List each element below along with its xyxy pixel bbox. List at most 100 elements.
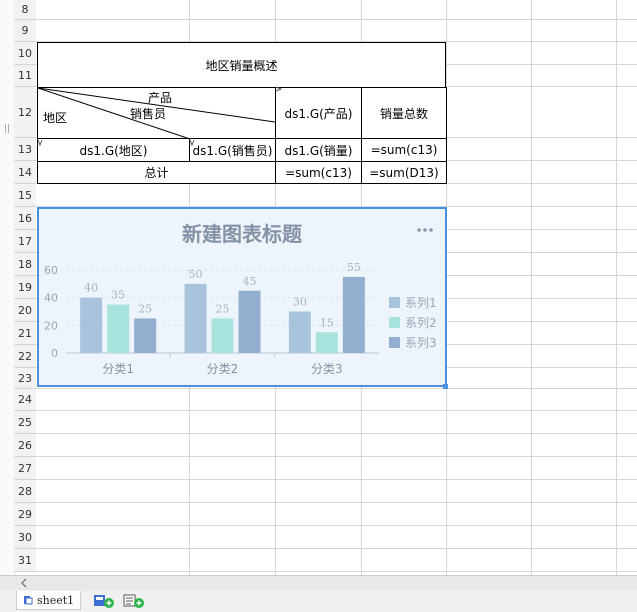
row-header[interactable]: 12 xyxy=(14,87,36,138)
total-label: 总计 xyxy=(144,166,169,180)
y-tick-label: 20 xyxy=(44,319,58,332)
header-product-cell[interactable]: ds1.G(产品) xyxy=(275,87,362,139)
data-label: 25 xyxy=(216,302,230,315)
row-header[interactable]: 18 xyxy=(14,253,36,276)
region-cell[interactable]: ds1.G(地区) xyxy=(37,138,190,162)
row-header[interactable]: 15 xyxy=(14,184,36,207)
grid-row-line xyxy=(36,410,637,411)
row-header[interactable]: 21 xyxy=(14,322,36,345)
grid-row-line xyxy=(36,502,637,503)
legend-label: 系列3 xyxy=(405,336,437,350)
left-gutter xyxy=(0,0,15,575)
expand-arrow-icon xyxy=(189,139,195,147)
grid-row-line xyxy=(36,525,637,526)
bar xyxy=(342,276,365,353)
row-header[interactable]: 25 xyxy=(14,411,36,434)
sum-c13-cell[interactable]: =sum(c13) xyxy=(361,138,447,162)
legend-swatch xyxy=(389,337,400,348)
row-header[interactable]: 13 xyxy=(14,138,36,161)
row-header[interactable]: 29 xyxy=(14,503,36,526)
expand-arrow-icon xyxy=(275,86,283,92)
x-tick-label: 分类1 xyxy=(102,362,134,376)
chart-bars: 40 35 25 50 25 45 30 15 55 xyxy=(80,261,365,353)
bar xyxy=(211,318,234,353)
sales-cell[interactable]: ds1.G(销量) xyxy=(275,138,362,162)
sheet-tab-label: sheet1 xyxy=(37,593,75,607)
sum-c13-value: =sum(c13) xyxy=(370,143,438,157)
resize-handle-bottom-right[interactable] xyxy=(443,384,448,389)
salesman-value: ds1.G(销售员) xyxy=(192,144,273,158)
bar xyxy=(107,304,130,353)
row-header[interactable]: 31 xyxy=(14,549,36,572)
row-header[interactable]: 17 xyxy=(14,230,36,253)
diag-region-label: 地区 xyxy=(43,111,68,125)
header-total-cell[interactable]: 销量总数 xyxy=(361,87,447,139)
legend-label: 系列1 xyxy=(405,296,437,310)
bar xyxy=(288,311,311,353)
data-label: 35 xyxy=(111,289,125,302)
total-sum-d-cell[interactable]: =sum(D13) xyxy=(361,161,447,184)
splitter-grip-icon[interactable]: || xyxy=(4,124,10,134)
diagonal-header-cell[interactable]: 产品 销售员 地区 xyxy=(37,87,276,140)
row-header[interactable]: 11 xyxy=(14,65,36,87)
data-label: 55 xyxy=(347,261,361,274)
data-label: 15 xyxy=(320,316,334,329)
grid-col-line xyxy=(531,0,532,575)
grid-row-line xyxy=(36,479,637,480)
salesman-cell[interactable]: ds1.G(销售员) xyxy=(189,138,276,162)
grid-row-line xyxy=(36,19,637,20)
row-header[interactable]: 26 xyxy=(14,434,36,457)
more-dots-icon[interactable] xyxy=(417,228,433,232)
row-header[interactable]: 10 xyxy=(14,42,36,65)
total-label-cell[interactable]: 总计 xyxy=(37,161,276,184)
row-header[interactable]: 8 xyxy=(14,0,36,20)
chart-container[interactable]: 新建图表标题 60 40 20 0 40 35 25 50 25 45 30 15 55 分类1 分类2… xyxy=(37,207,447,387)
bar xyxy=(134,318,157,353)
total-sum-c-cell[interactable]: =sum(c13) xyxy=(275,161,362,184)
grid-row-line xyxy=(36,548,637,549)
row-header[interactable]: 22 xyxy=(14,345,36,368)
bar-chart: 新建图表标题 60 40 20 0 40 35 25 50 25 45 30 15 55 分类1 分类2… xyxy=(44,222,437,376)
bar xyxy=(238,290,261,353)
report-title-cell[interactable]: 地区销量概述 xyxy=(37,42,446,88)
row-header[interactable]: 16 xyxy=(14,207,36,230)
x-tick-label: 分类2 xyxy=(207,362,239,376)
row-header[interactable]: 20 xyxy=(14,299,36,322)
grid-col-line xyxy=(616,0,617,575)
data-label: 30 xyxy=(293,296,307,309)
grid-row-line xyxy=(36,433,637,434)
row-header[interactable]: 9 xyxy=(14,20,36,42)
grid-row-line xyxy=(36,571,637,572)
y-tick-label: 60 xyxy=(44,264,58,277)
y-axis-ticks: 60 40 20 0 xyxy=(44,264,58,360)
row-header[interactable]: 14 xyxy=(14,161,36,184)
grid-row-line xyxy=(36,388,637,389)
chart-title: 新建图表标题 xyxy=(182,222,303,246)
total-sum-d-value: =sum(D13) xyxy=(369,165,439,180)
x-tick-label: 分类3 xyxy=(311,362,343,376)
row-header[interactable]: 27 xyxy=(14,457,36,480)
bar xyxy=(80,297,103,353)
y-tick-label: 40 xyxy=(44,292,58,305)
report-title: 地区销量概述 xyxy=(205,58,278,73)
header-total: 销量总数 xyxy=(379,106,428,121)
row-header[interactable]: 23 xyxy=(14,368,36,389)
chevron-left-icon[interactable] xyxy=(18,577,30,589)
row-header[interactable]: 30 xyxy=(14,526,36,549)
chart-legend: 系列1 系列2 系列3 xyxy=(389,296,437,350)
bar xyxy=(315,332,338,353)
row-header[interactable]: 19 xyxy=(14,276,36,299)
diag-product-label: 产品 xyxy=(148,91,173,105)
grid-row-line xyxy=(36,456,637,457)
horizontal-scrollbar[interactable] xyxy=(0,575,637,590)
data-label: 50 xyxy=(189,268,203,281)
sales-value: ds1.G(销量) xyxy=(284,143,353,158)
row-header[interactable]: 28 xyxy=(14,480,36,503)
sheet-tab[interactable]: sheet1 xyxy=(16,591,82,610)
add-sheet-icon[interactable] xyxy=(93,594,115,608)
header-product: ds1.G(产品) xyxy=(284,106,353,121)
region-value: ds1.G(地区) xyxy=(79,143,148,158)
row-header[interactable]: 24 xyxy=(14,389,36,411)
data-label: 25 xyxy=(138,302,152,315)
add-report-icon[interactable] xyxy=(123,594,145,608)
